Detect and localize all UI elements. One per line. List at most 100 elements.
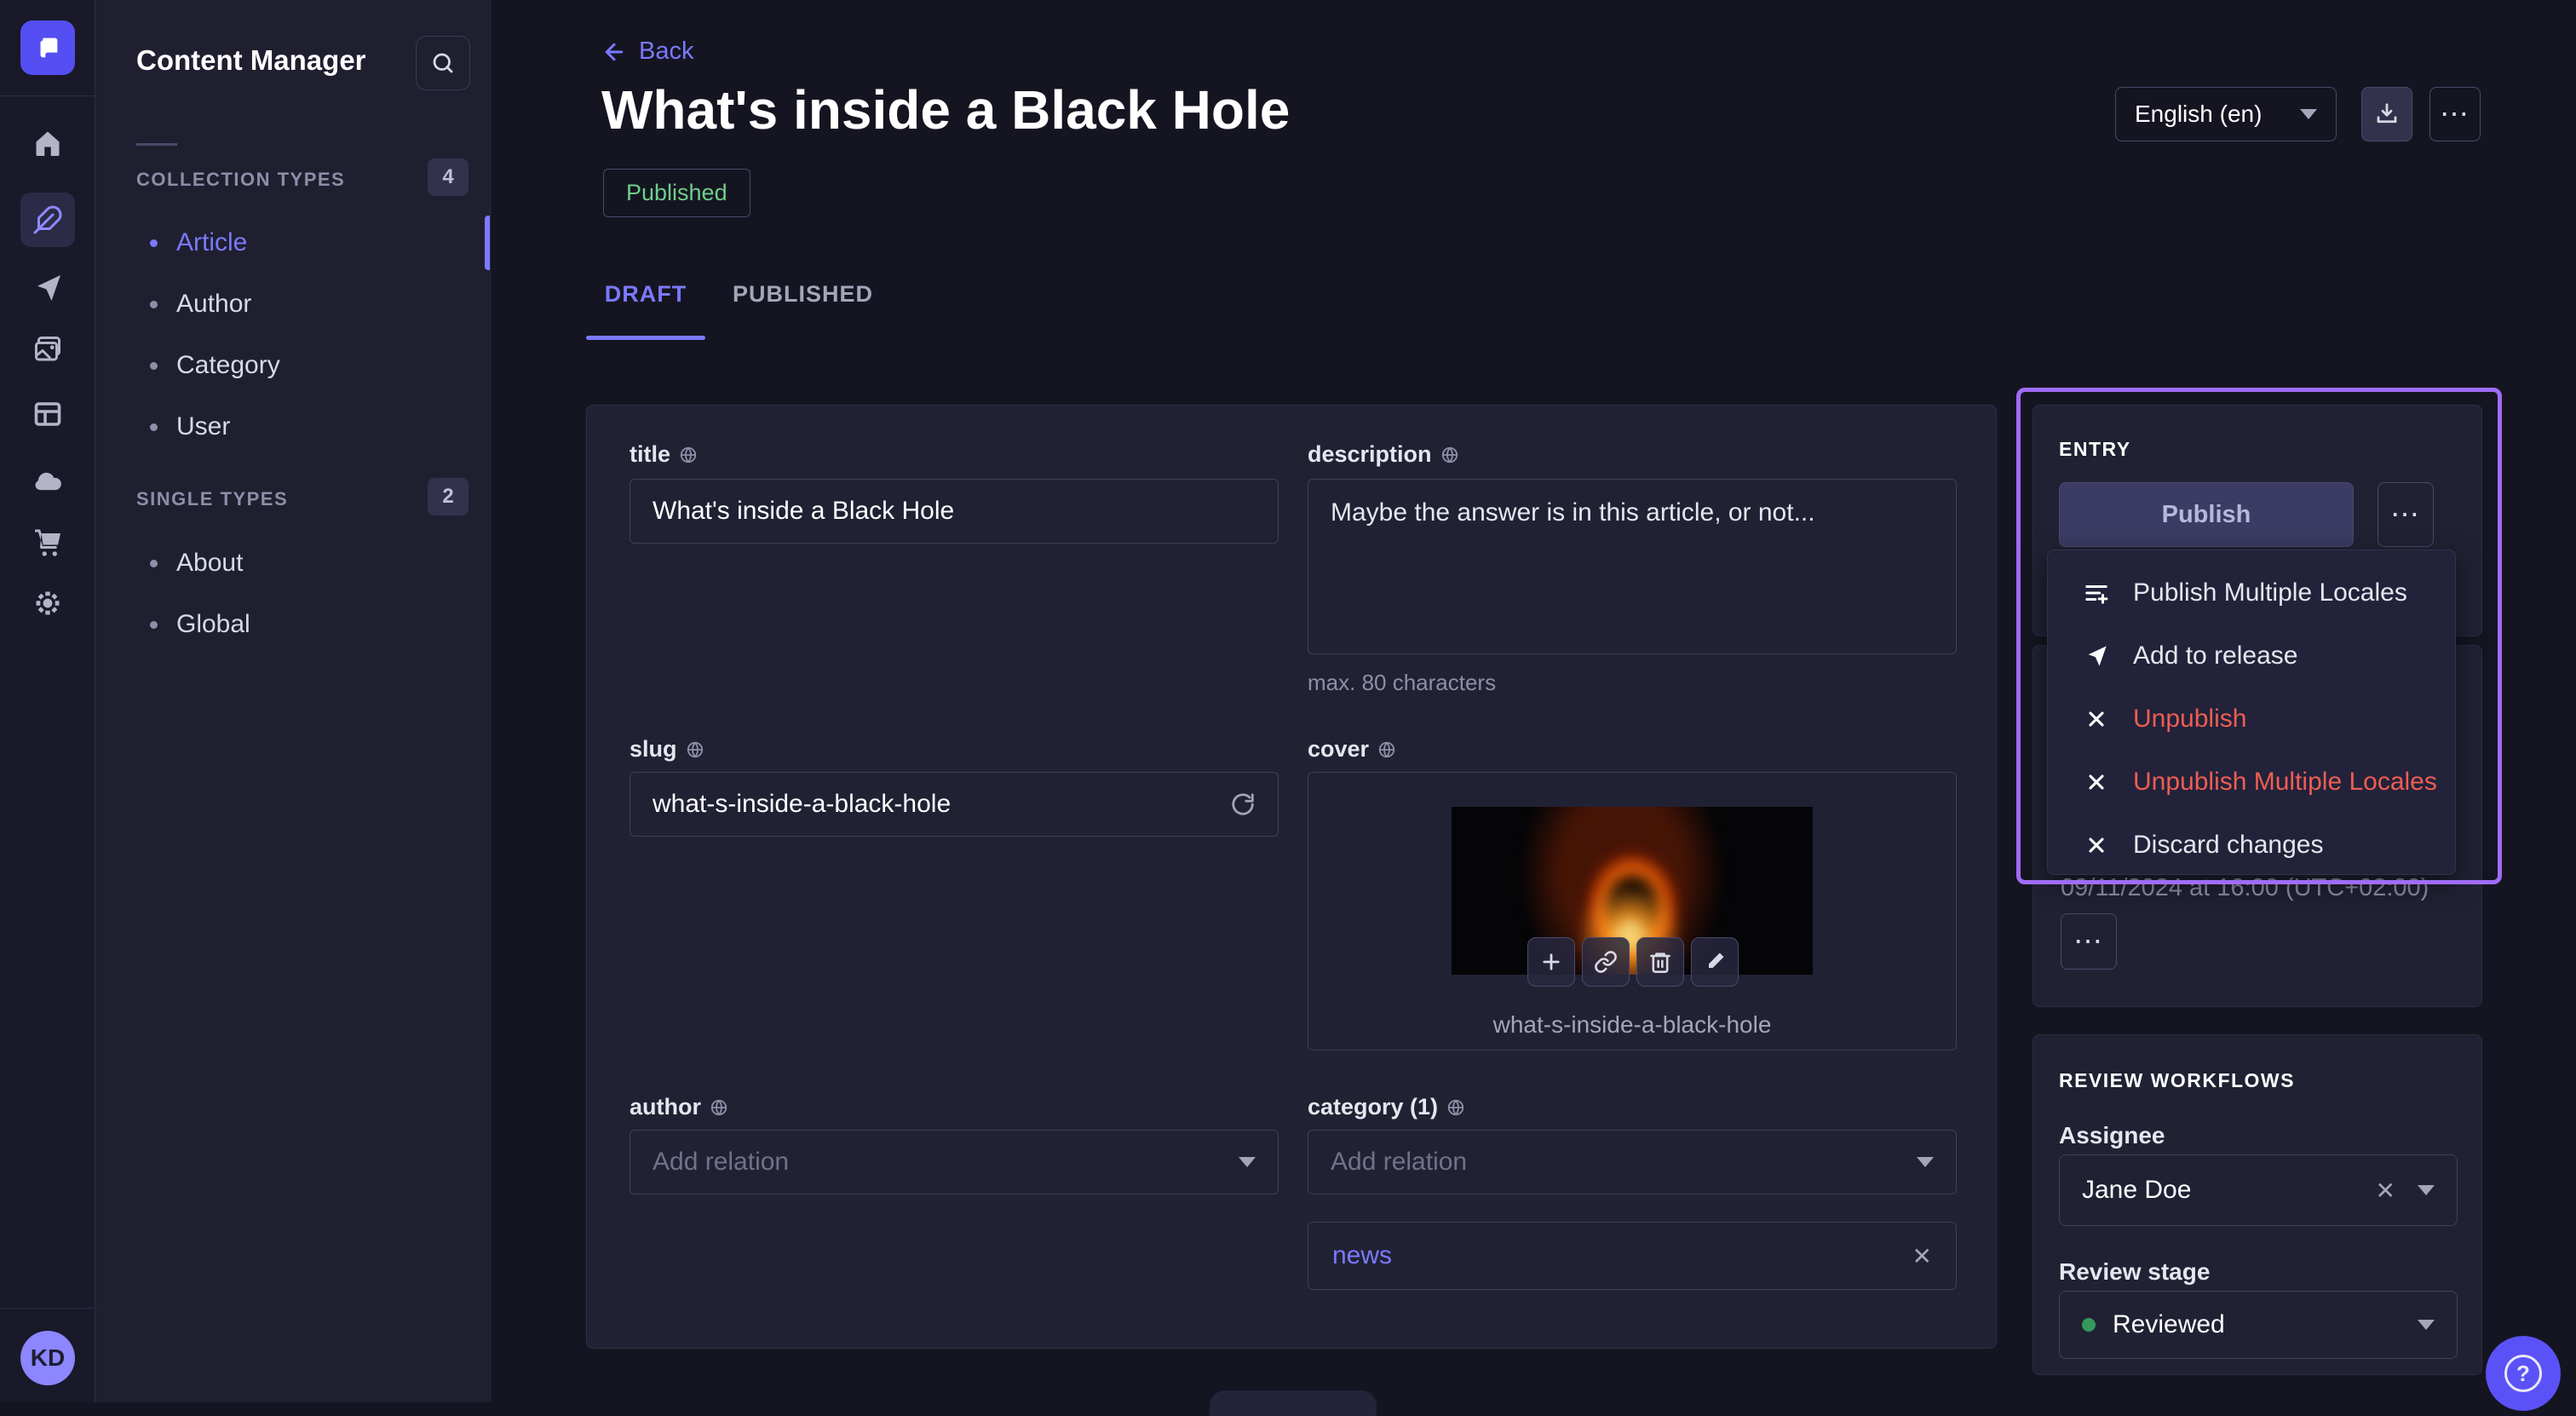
export-button[interactable] — [2361, 87, 2412, 141]
title-field-label: title — [630, 441, 698, 468]
edit-asset-button[interactable] — [1691, 937, 1739, 987]
content-type-builder-icon[interactable] — [31, 397, 65, 431]
help-button[interactable]: ? — [2486, 1336, 2561, 1411]
subnav-title: Content Manager — [136, 44, 366, 77]
cross-icon — [2082, 833, 2111, 857]
sidebar-item-user[interactable]: User — [150, 408, 230, 446]
scheduled-more-button[interactable]: ⋯ — [2061, 913, 2117, 970]
menu-item-publish-multiple-locales[interactable]: Publish Multiple Locales — [2048, 561, 2455, 625]
bullet-dot — [150, 621, 158, 629]
description-field-label: description — [1308, 441, 1459, 468]
download-icon — [2374, 101, 2400, 127]
entry-heading: ENTRY — [2059, 438, 2131, 461]
tab-draft[interactable]: DRAFT — [586, 281, 705, 308]
user-avatar[interactable]: KD — [20, 1331, 75, 1385]
sidebar-item-author[interactable]: Author — [150, 285, 251, 323]
entry-actions-menu: Publish Multiple Locales Add to release … — [2047, 550, 2456, 875]
review-workflows-heading: REVIEW WORKFLOWS — [2059, 1069, 2295, 1092]
regenerate-slug-icon[interactable] — [1230, 791, 1256, 817]
sidebar-item-label: Author — [176, 290, 251, 319]
description-hint: max. 80 characters — [1308, 670, 1496, 696]
menu-item-label: Unpublish Multiple Locales — [2133, 768, 2437, 797]
remove-relation-icon[interactable]: ✕ — [1912, 1242, 1932, 1270]
cross-icon — [2082, 770, 2111, 794]
menu-item-add-to-release[interactable]: Add to release — [2048, 625, 2455, 688]
globe-icon — [686, 740, 704, 759]
category-relation-item: news ✕ — [1308, 1222, 1957, 1290]
marketplace-cart-icon[interactable] — [31, 527, 65, 561]
assignee-label: Assignee — [2059, 1122, 2165, 1149]
delete-asset-button[interactable] — [1636, 937, 1684, 987]
bullet-dot — [150, 423, 158, 431]
more-dots-icon: ⋯ — [2440, 100, 2470, 129]
sidebar-item-about[interactable]: About — [150, 544, 243, 582]
back-label: Back — [639, 37, 693, 66]
menu-item-discard-changes[interactable]: Discard changes — [2048, 814, 2455, 877]
clear-assignee-icon[interactable]: ✕ — [2376, 1177, 2395, 1205]
globe-icon — [1440, 446, 1459, 464]
collapsed-section-stub[interactable] — [1210, 1390, 1377, 1416]
bullet-dot — [150, 239, 158, 247]
globe-icon — [1377, 740, 1396, 759]
list-plus-icon — [2082, 580, 2111, 606]
chevron-down-icon — [2418, 1185, 2435, 1195]
description-textarea[interactable]: Maybe the answer is in this article, or … — [1308, 479, 1957, 654]
category-relation-combobox[interactable]: Add relation — [1308, 1130, 1957, 1194]
author-relation-combobox[interactable]: Add relation — [630, 1130, 1279, 1194]
status-badge: Published — [603, 169, 750, 217]
field-label-text: author — [630, 1094, 701, 1120]
field-label-text: title — [630, 441, 670, 468]
sidebar-item-global[interactable]: Global — [150, 606, 250, 643]
single-types-count: 2 — [428, 478, 469, 515]
sidebar-item-label: Article — [176, 228, 247, 257]
media-library-icon[interactable] — [31, 332, 65, 366]
main-sidebar: KD — [0, 0, 95, 1402]
home-icon[interactable] — [31, 126, 65, 160]
search-button[interactable] — [416, 36, 470, 90]
add-asset-button[interactable] — [1527, 937, 1575, 987]
cloud-icon[interactable] — [31, 463, 65, 498]
sidebar-item-category[interactable]: Category — [150, 347, 280, 384]
back-link[interactable]: Back — [601, 37, 693, 66]
trash-icon — [1648, 950, 1672, 974]
entry-more-button[interactable]: ⋯ — [2378, 482, 2434, 547]
slug-field-label: slug — [630, 736, 704, 763]
cover-field-label: cover — [1308, 736, 1396, 763]
review-stage-select[interactable]: Reviewed — [2059, 1291, 2458, 1359]
relation-link-news[interactable]: news — [1332, 1241, 1392, 1270]
slug-field: what-s-inside-a-black-hole — [630, 772, 1279, 837]
strapi-logo[interactable] — [20, 20, 75, 75]
field-label-text: category (1) — [1308, 1094, 1438, 1120]
more-dots-icon: ⋯ — [2390, 500, 2421, 529]
cover-field: what-s-inside-a-black-hole — [1308, 772, 1957, 1050]
cover-filename: what-s-inside-a-black-hole — [1308, 1011, 1956, 1039]
globe-icon — [679, 446, 698, 464]
header-more-button[interactable]: ⋯ — [2429, 87, 2481, 141]
category-placeholder: Add relation — [1331, 1148, 1467, 1177]
title-input[interactable] — [630, 479, 1279, 544]
releases-icon[interactable] — [31, 271, 65, 305]
assignee-select[interactable]: Jane Doe ✕ — [2059, 1154, 2458, 1226]
author-placeholder: Add relation — [653, 1148, 789, 1177]
globe-icon — [1446, 1098, 1465, 1117]
bullet-dot — [150, 301, 158, 308]
menu-item-unpublish[interactable]: Unpublish — [2048, 688, 2455, 751]
cross-icon — [2082, 707, 2111, 731]
category-field-label: category (1) — [1308, 1094, 1465, 1120]
tab-published[interactable]: PUBLISHED — [733, 281, 838, 308]
content-manager-icon[interactable] — [20, 193, 75, 247]
entry-form-card: title description Maybe the answer is in… — [586, 405, 1997, 1349]
settings-gear-icon[interactable] — [31, 586, 65, 620]
copy-link-button[interactable] — [1582, 937, 1630, 987]
link-icon — [1594, 950, 1618, 974]
sidebar-divider — [0, 95, 95, 96]
locale-select[interactable]: English (en) — [2115, 87, 2337, 141]
menu-item-label: Add to release — [2133, 642, 2297, 671]
publish-button[interactable]: Publish — [2059, 482, 2354, 547]
content-manager-subnav: Content Manager COLLECTION TYPES 4 Artic… — [95, 0, 491, 1402]
page-title: What's inside a Black Hole — [601, 78, 1290, 141]
sidebar-item-article[interactable]: Article — [150, 224, 247, 262]
plus-icon — [1539, 950, 1563, 974]
menu-item-unpublish-multiple-locales[interactable]: Unpublish Multiple Locales — [2048, 751, 2455, 814]
active-item-indicator — [485, 216, 490, 270]
